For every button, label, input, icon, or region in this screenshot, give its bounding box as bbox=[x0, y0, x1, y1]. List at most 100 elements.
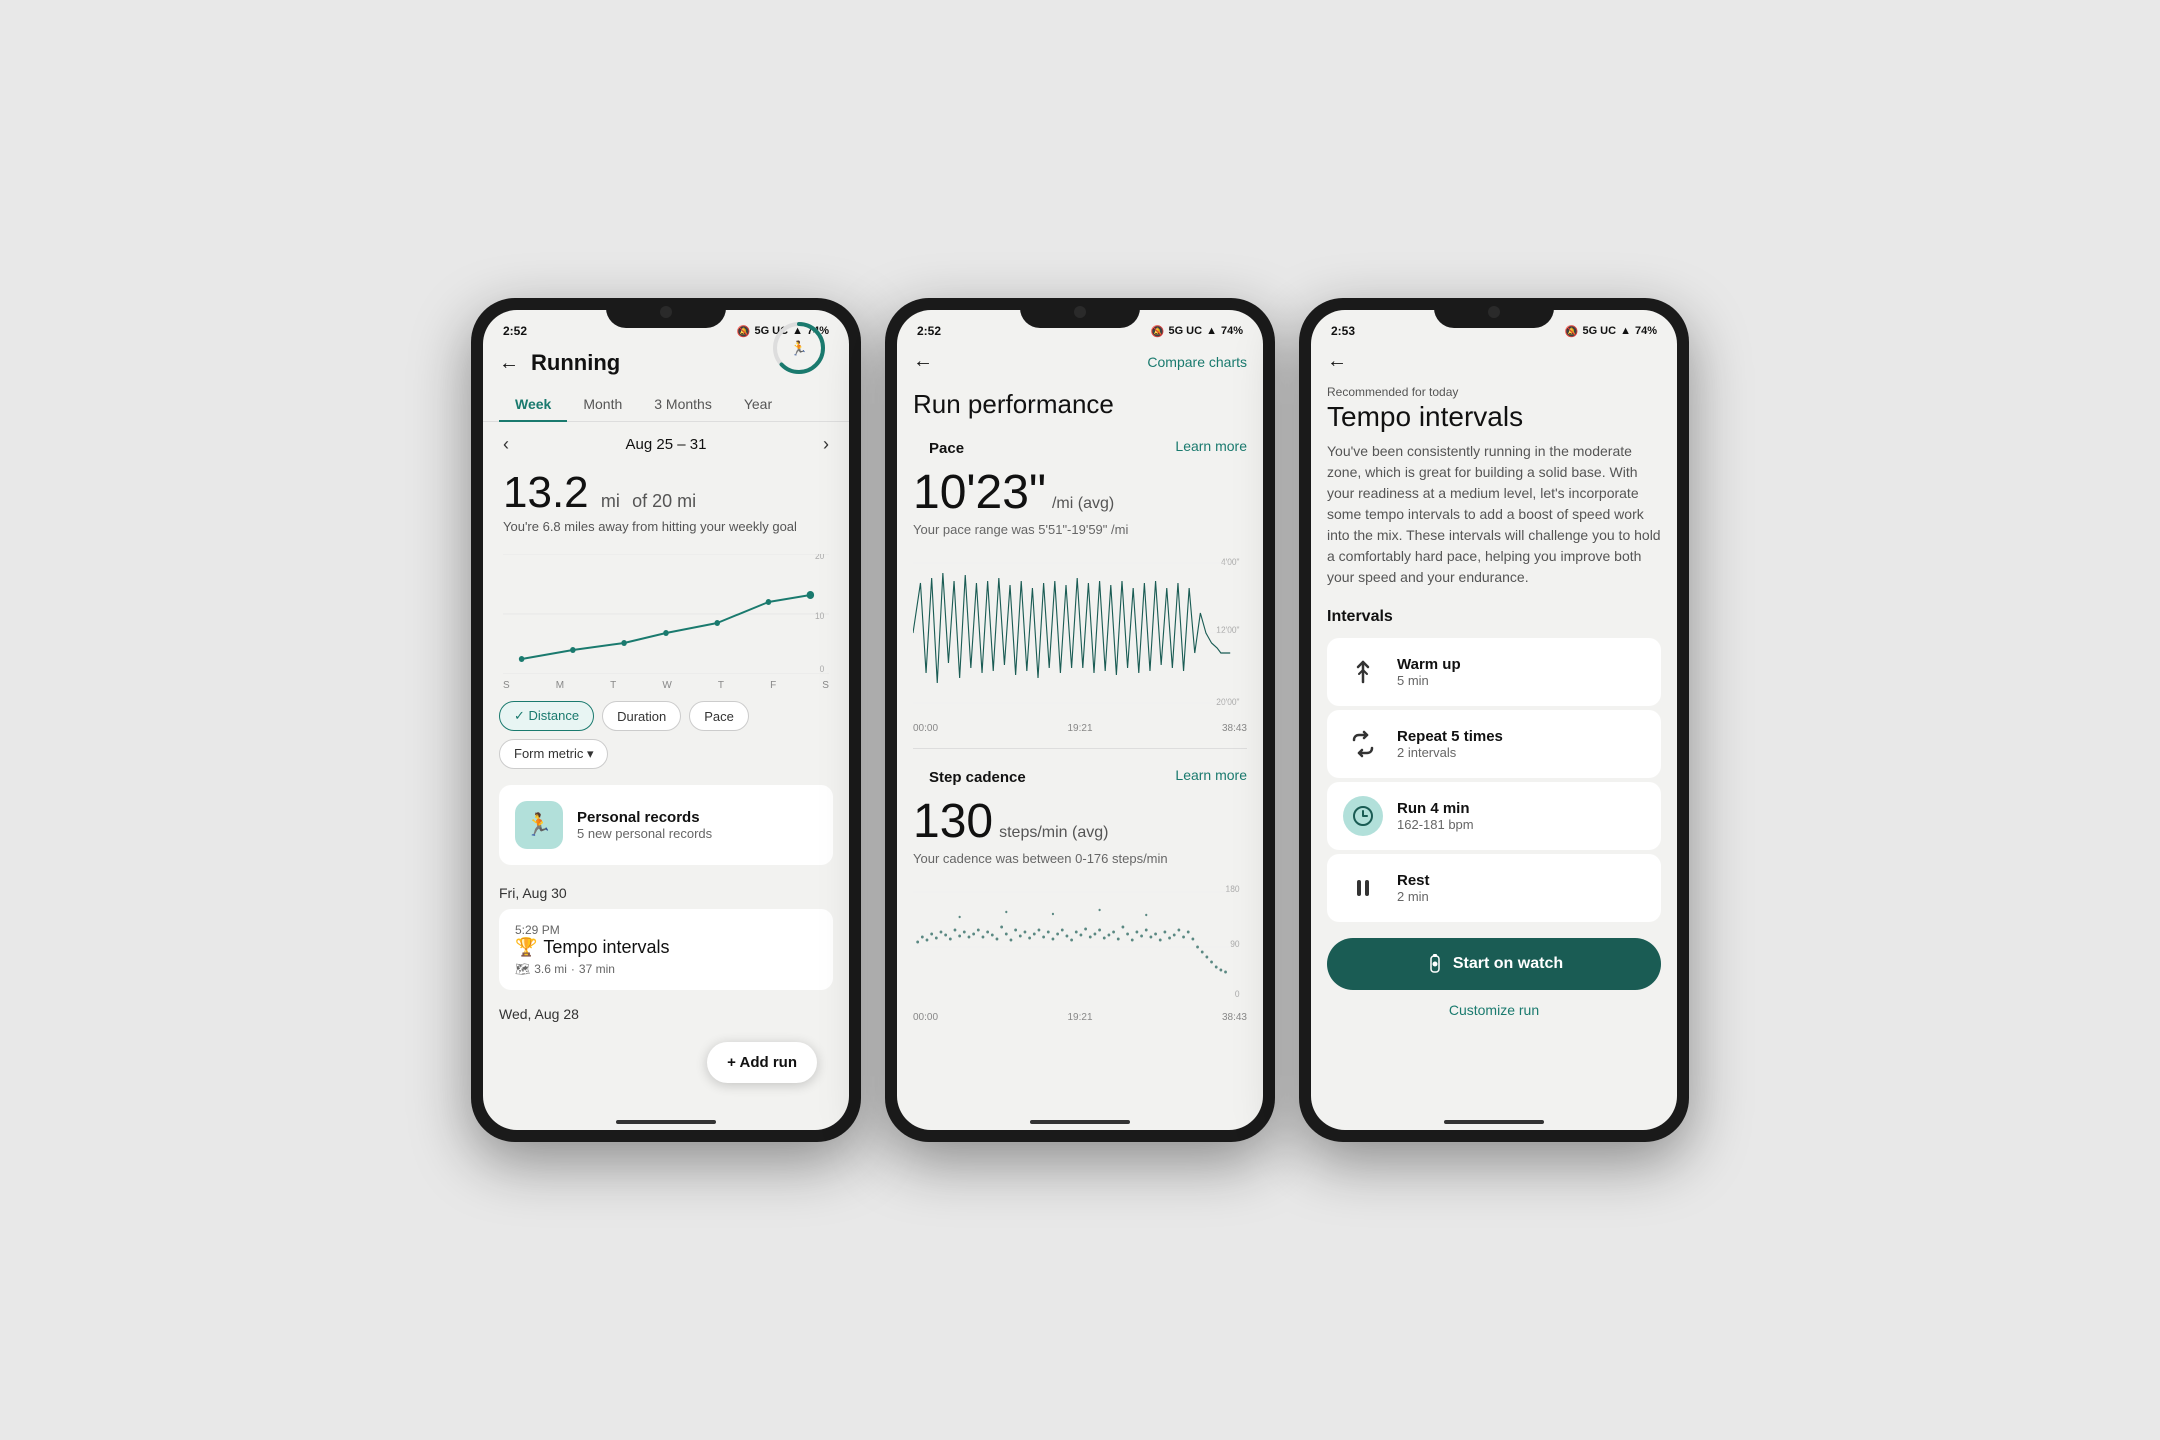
distance-goal: of 20 mi bbox=[632, 491, 696, 511]
cadence-unit: steps/min (avg) bbox=[999, 824, 1108, 842]
screen-2: 2:52 🔕 5G UC ▲ 74% ← Compare charts Run … bbox=[897, 310, 1263, 1130]
week-range-label: Aug 25 – 31 bbox=[626, 436, 707, 453]
page-title-1: Running bbox=[531, 350, 620, 376]
notch-2 bbox=[1020, 298, 1140, 328]
progress-ring: 🏃 bbox=[769, 342, 829, 383]
filter-pace[interactable]: Pace bbox=[689, 701, 749, 731]
filter-row: ✓ Distance Duration Pace Form metric ▾ bbox=[483, 693, 849, 777]
svg-text:🏃: 🏃 bbox=[790, 342, 807, 356]
pace-value-row: 10'23" /mi (avg) bbox=[897, 461, 1263, 520]
date-fri: Fri, Aug 30 bbox=[483, 873, 849, 905]
start-watch-button[interactable]: Start on watch bbox=[1327, 938, 1661, 990]
pr-title: Personal records bbox=[577, 809, 712, 826]
workout-name: 🏆 Tempo intervals bbox=[515, 937, 817, 958]
run-text: Run 4 min 162-181 bpm bbox=[1397, 800, 1474, 832]
cadence-chart-time-labels: 00:00 19:21 38:43 bbox=[897, 1010, 1263, 1025]
content-2: ← Compare charts Run performance Pace Le… bbox=[897, 342, 1263, 1114]
filter-duration[interactable]: Duration bbox=[602, 701, 681, 731]
home-indicator-2 bbox=[1030, 1120, 1130, 1124]
date-wed: Wed, Aug 28 bbox=[483, 994, 849, 1026]
week-nav: ‹ Aug 25 – 31 › bbox=[483, 422, 849, 467]
phone-2: 2:52 🔕 5G UC ▲ 74% ← Compare charts Run … bbox=[885, 298, 1275, 1142]
next-week-button[interactable]: › bbox=[823, 434, 829, 455]
warmup-text: Warm up 5 min bbox=[1397, 656, 1461, 688]
distance-value: 13.2 mi of 20 mi bbox=[503, 471, 797, 515]
time-1: 2:52 bbox=[503, 324, 527, 338]
cadence-label: Step cadence bbox=[913, 761, 1042, 788]
svg-text:20'00": 20'00" bbox=[1216, 697, 1239, 707]
pace-learn-more[interactable]: Learn more bbox=[1175, 438, 1247, 454]
content-3: ← Recommended for today Tempo intervals … bbox=[1311, 342, 1677, 1114]
add-run-button[interactable]: + Add run bbox=[707, 1042, 817, 1083]
back-button-2[interactable]: ← bbox=[913, 350, 933, 373]
pace-unit: /mi (avg) bbox=[1052, 495, 1114, 513]
weekly-chart: 20 10 0 bbox=[503, 554, 829, 674]
svg-text:0: 0 bbox=[1235, 989, 1240, 999]
day-m: M bbox=[556, 680, 564, 691]
mute-icon-1: 🔕 bbox=[737, 325, 751, 338]
notch-3 bbox=[1434, 298, 1554, 328]
pace-time-2: 38:43 bbox=[1222, 723, 1247, 734]
content-1: ← Running Week Month 3 Months Year ‹ Aug… bbox=[483, 342, 849, 1114]
personal-records-card[interactable]: 🏃 Personal records 5 new personal record… bbox=[499, 785, 833, 865]
repeat-detail: 2 intervals bbox=[1397, 745, 1503, 760]
svg-text:10: 10 bbox=[815, 611, 824, 621]
home-indicator-1 bbox=[616, 1120, 716, 1124]
day-s2: S bbox=[822, 680, 829, 691]
tab-year[interactable]: Year bbox=[728, 388, 788, 422]
cadence-chart: 180 90 0 bbox=[913, 882, 1247, 1002]
distance-unit: mi bbox=[601, 491, 620, 511]
phone-3: 2:53 🔕 5G UC ▲ 74% ← Recommended for tod… bbox=[1299, 298, 1689, 1142]
tabs-row-1: Week Month 3 Months Year bbox=[483, 388, 849, 422]
mute-icon-3: 🔕 bbox=[1565, 325, 1579, 338]
svg-text:20: 20 bbox=[815, 554, 824, 561]
cadence-time-0: 00:00 bbox=[913, 1012, 938, 1023]
status-right-3: 🔕 5G UC ▲ 74% bbox=[1565, 325, 1657, 338]
run-performance-title: Run performance bbox=[897, 385, 1263, 432]
pr-icon-bg: 🏃 bbox=[515, 801, 563, 849]
warmup-detail: 5 min bbox=[1397, 673, 1461, 688]
workout-time: 5:29 PM bbox=[515, 923, 817, 937]
pace-header-row: Pace Learn more bbox=[897, 432, 1263, 461]
map-icon: 🗺 bbox=[515, 962, 530, 976]
prev-week-button[interactable]: ‹ bbox=[503, 434, 509, 455]
repeat-text: Repeat 5 times 2 intervals bbox=[1397, 728, 1503, 760]
compare-charts-link[interactable]: Compare charts bbox=[1147, 354, 1247, 370]
day-w: W bbox=[662, 680, 671, 691]
cadence-learn-more[interactable]: Learn more bbox=[1175, 767, 1247, 783]
tab-week[interactable]: Week bbox=[499, 388, 567, 422]
back-button-1[interactable]: ← bbox=[499, 352, 519, 375]
pace-time-0: 00:00 bbox=[913, 723, 938, 734]
home-indicator-3 bbox=[1444, 1120, 1544, 1124]
battery-label-2: 74% bbox=[1221, 325, 1243, 337]
workout-title-3: Tempo intervals bbox=[1311, 401, 1677, 441]
customize-run-link[interactable]: Customize run bbox=[1311, 998, 1677, 1034]
signal-label-3: 5G UC bbox=[1582, 325, 1616, 337]
back-button-3[interactable]: ← bbox=[1327, 350, 1347, 373]
filter-distance[interactable]: ✓ Distance bbox=[499, 701, 594, 731]
filter-form-metric[interactable]: Form metric ▾ bbox=[499, 739, 608, 769]
interval-run: Run 4 min 162-181 bpm bbox=[1327, 782, 1661, 850]
tab-month[interactable]: Month bbox=[567, 388, 638, 422]
workout-card[interactable]: 5:29 PM 🏆 Tempo intervals 🗺 3.6 mi · 37 … bbox=[499, 909, 833, 990]
signal-icon-2: ▲ bbox=[1206, 325, 1217, 337]
rest-name: Rest bbox=[1397, 872, 1430, 889]
trophy-icon: 🏆 bbox=[515, 937, 537, 958]
day-f: F bbox=[770, 680, 776, 691]
rest-detail: 2 min bbox=[1397, 889, 1430, 904]
cadence-range: Your cadence was between 0-176 steps/min bbox=[897, 849, 1263, 874]
notch-1 bbox=[606, 298, 726, 328]
battery-label-3: 74% bbox=[1635, 325, 1657, 337]
svg-text:180: 180 bbox=[1226, 884, 1240, 894]
run-icon-bg bbox=[1343, 796, 1383, 836]
cadence-time-2: 38:43 bbox=[1222, 1012, 1247, 1023]
pace-label: Pace bbox=[913, 432, 980, 459]
goal-description: You're 6.8 miles away from hitting your … bbox=[503, 519, 797, 534]
cadence-value-row: 130 steps/min (avg) bbox=[897, 790, 1263, 849]
tab-3months[interactable]: 3 Months bbox=[638, 388, 728, 422]
workout-meta: 🗺 3.6 mi · 37 min bbox=[515, 962, 817, 976]
signal-icon-3: ▲ bbox=[1620, 325, 1631, 337]
workout-duration: 37 min bbox=[579, 962, 615, 976]
chart-day-labels: S M T W T F S bbox=[483, 678, 849, 693]
pace-time-1: 19:21 bbox=[1067, 723, 1092, 734]
